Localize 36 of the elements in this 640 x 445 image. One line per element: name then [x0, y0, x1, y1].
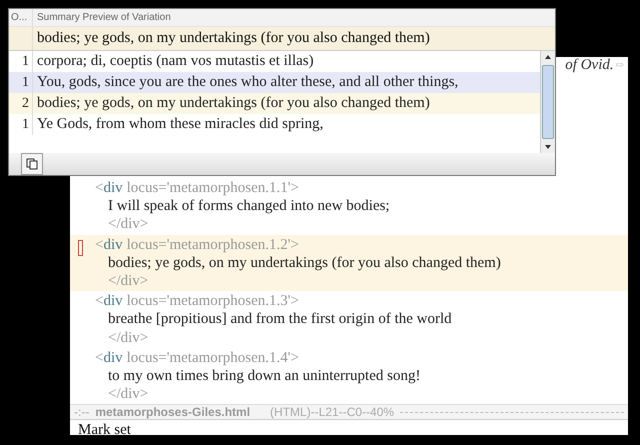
pinned-row-text: bodies; ye gods, on my undertakings (for you also changed them)	[36, 30, 430, 47]
mode-status: -:--	[74, 405, 90, 420]
closing-tag: </div>	[108, 216, 148, 232]
buffer-name: metamorphoses-Giles.html	[95, 405, 250, 420]
tag-name: div	[103, 350, 123, 366]
cursor-icon	[78, 240, 83, 256]
list-row[interactable]: 2 bodies; ye gods, on my undertakings (for you also changed them)	[9, 93, 540, 114]
tag-bracket: <	[95, 236, 104, 253]
tag-name: div	[103, 236, 123, 253]
tag-bracket: <	[95, 180, 104, 196]
minibuffer-message: Mark set	[78, 422, 131, 438]
tag-bracket: <	[95, 293, 104, 310]
text-line: I will speak of forms changed into new bodies;	[108, 198, 390, 214]
copy-icon	[26, 158, 38, 170]
text-line: breathe [propitious] and from the first origin of the world	[108, 311, 452, 328]
column-header[interactable]: Summary Preview of Variation	[33, 12, 171, 23]
continuation-icon: ⇨	[616, 60, 624, 71]
tag-attribute: locus='metamorphosen.1.1'>	[126, 180, 299, 196]
tag-attribute: locus='metamorphosen.1.3'>	[126, 293, 299, 310]
closing-tag: </div>	[108, 272, 148, 289]
text-line: to my own times bring down an uninterrupted song!	[108, 368, 420, 384]
closing-tag: </div>	[108, 386, 148, 402]
list-row[interactable]: 1 Ye Gods, from whom these miracles did spring,	[9, 114, 540, 136]
tag-bracket: <	[95, 350, 104, 366]
list-row[interactable]: 1 You, gods, since you are the ones who alter these, and all other things,	[9, 72, 540, 94]
column-header[interactable]: O...	[9, 9, 33, 26]
tag-name: div	[103, 293, 123, 310]
tag-attribute: locus='metamorphosen.1.2'>	[126, 236, 299, 253]
closing-tag: </div>	[108, 330, 148, 346]
scrollbar[interactable]	[540, 51, 555, 153]
text-line: of Ovid.	[565, 57, 614, 74]
copy-button[interactable]	[21, 152, 43, 175]
tag-name: div	[103, 180, 123, 196]
mode-info: (HTML)--L21--C0--40%	[270, 405, 394, 420]
tag-attribute: locus='metamorphosen.1.4'>	[126, 350, 299, 366]
text-line: bodies; ye gods, on my undertakings (for you also changed them)	[108, 254, 501, 271]
